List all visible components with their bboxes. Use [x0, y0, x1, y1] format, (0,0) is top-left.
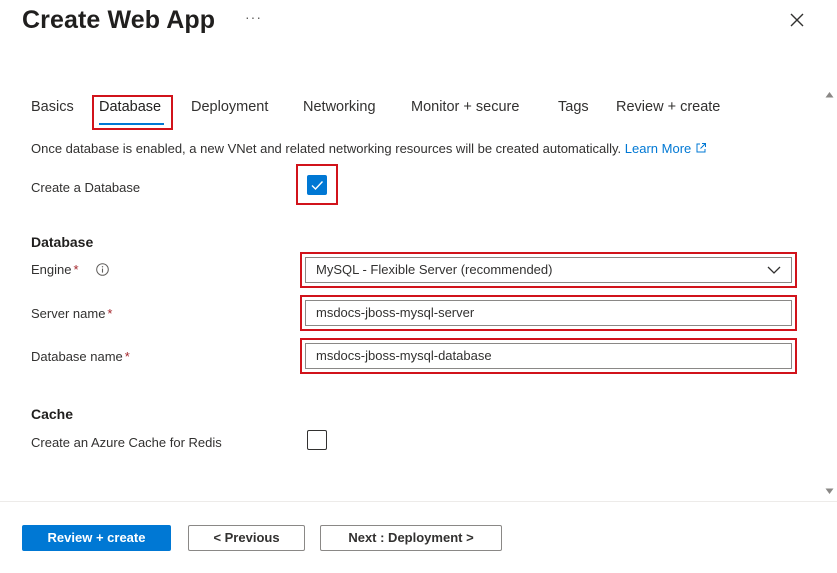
database-name-label-text: Database name [31, 349, 123, 364]
server-name-label: Server name * [31, 306, 112, 321]
tab-review-create[interactable]: Review + create [616, 99, 720, 115]
database-tab-highlight [92, 95, 173, 130]
page-title: Create Web App [22, 6, 216, 34]
info-message: Once database is enabled, a new VNet and… [31, 141, 622, 156]
more-options-button[interactable]: ··· [245, 9, 262, 25]
engine-label-text: Engine [31, 262, 72, 277]
close-icon[interactable] [789, 12, 805, 28]
footer-divider [0, 501, 837, 502]
database-name-label: Database name * [31, 349, 130, 364]
required-marker: * [73, 262, 79, 277]
required-marker: * [107, 306, 113, 321]
redis-label: Create an Azure Cache for Redis [31, 435, 222, 450]
info-icon[interactable] [96, 263, 109, 276]
engine-highlight [300, 252, 797, 288]
cache-section-heading: Cache [31, 406, 74, 422]
learn-more-link[interactable]: Learn More [625, 141, 707, 156]
engine-label: Engine * [31, 262, 79, 277]
learn-more-label[interactable]: Learn More [625, 141, 691, 156]
redis-checkbox[interactable] [307, 430, 327, 450]
tab-deployment[interactable]: Deployment [191, 99, 268, 115]
previous-button[interactable]: < Previous [188, 525, 305, 551]
next-deployment-button[interactable]: Next : Deployment > [320, 525, 502, 551]
create-database-highlight [296, 164, 338, 205]
info-text: Once database is enabled, a new VNet and… [31, 141, 707, 156]
create-database-label: Create a Database [31, 180, 141, 195]
scroll-down-icon[interactable] [825, 488, 834, 495]
tab-tags[interactable]: Tags [558, 99, 589, 115]
external-link-icon [696, 143, 706, 153]
server-name-highlight [300, 295, 797, 331]
database-section-heading: Database [31, 234, 94, 250]
tab-networking[interactable]: Networking [303, 99, 376, 115]
scroll-up-icon[interactable] [825, 91, 834, 98]
review-create-button[interactable]: Review + create [22, 525, 171, 551]
server-name-label-text: Server name [31, 306, 106, 321]
database-name-highlight [300, 338, 797, 374]
tab-monitor-secure[interactable]: Monitor + secure [411, 99, 519, 115]
required-marker: * [124, 349, 130, 364]
tab-basics[interactable]: Basics [31, 99, 74, 115]
